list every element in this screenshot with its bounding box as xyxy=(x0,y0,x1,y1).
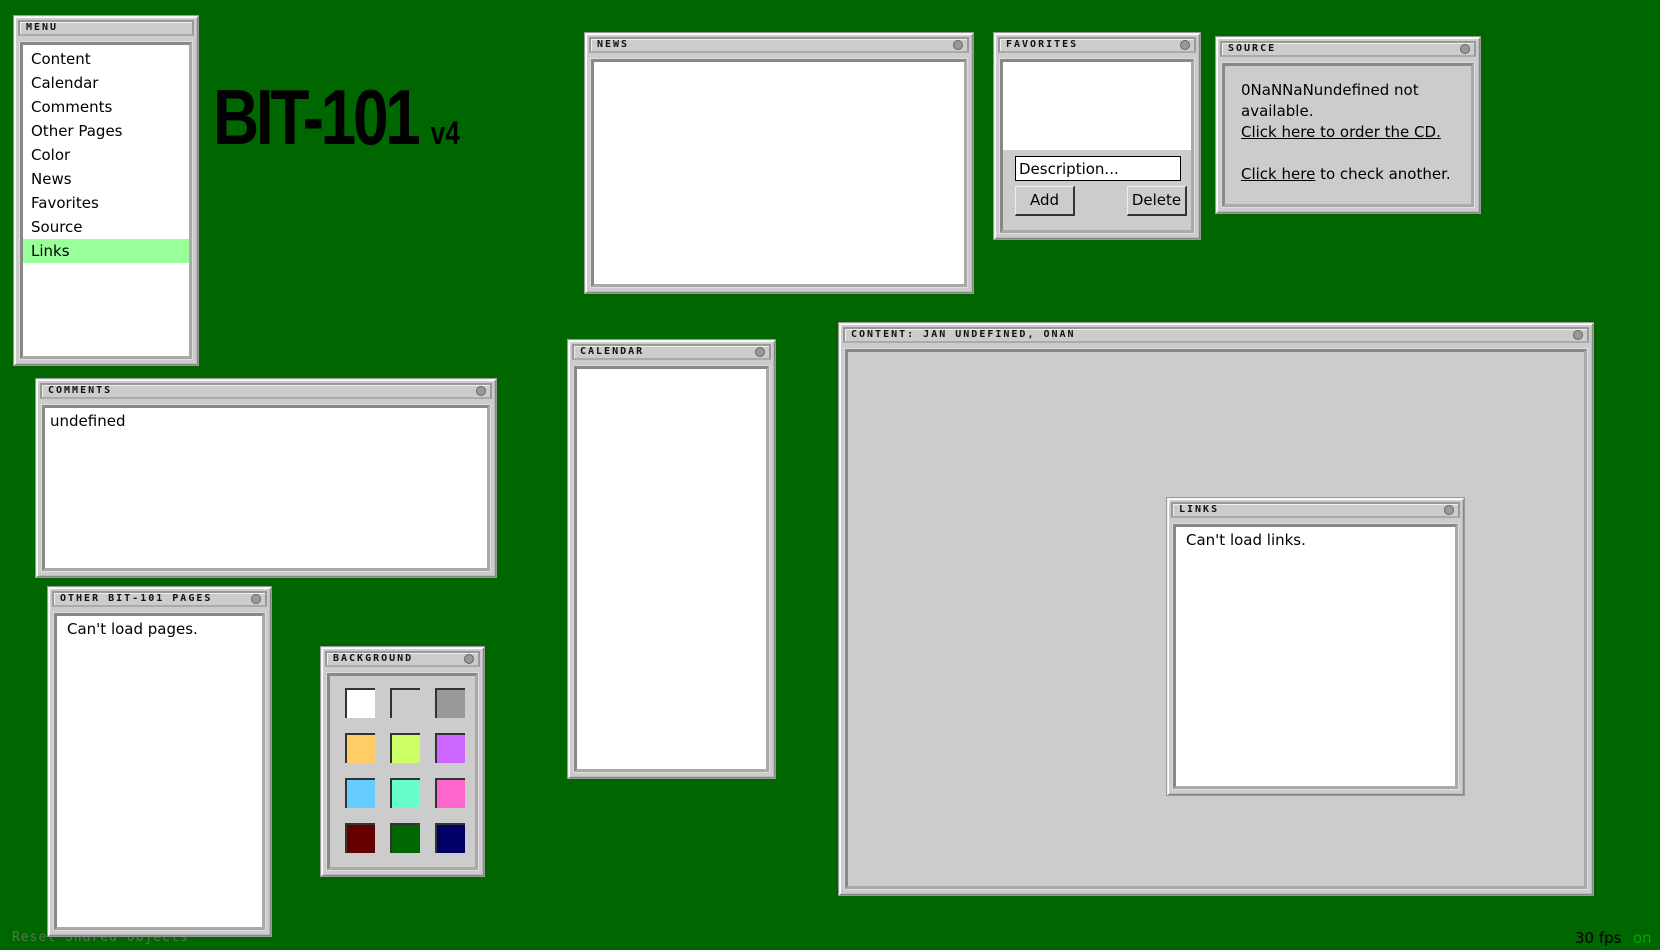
menu-titlebar[interactable]: MENU xyxy=(18,20,194,36)
close-icon[interactable] xyxy=(251,594,261,604)
background-title: BACKGROUND xyxy=(333,653,414,664)
color-swatch[interactable] xyxy=(435,823,465,853)
menu-item-calendar[interactable]: Calendar xyxy=(23,71,189,95)
menu-item-source[interactable]: Source xyxy=(23,215,189,239)
check-another-link[interactable]: Click here xyxy=(1241,165,1315,183)
source-titlebar[interactable]: SOURCE xyxy=(1220,41,1476,57)
close-icon[interactable] xyxy=(953,40,963,50)
menu-item-comments[interactable]: Comments xyxy=(23,95,189,119)
news-body xyxy=(590,58,968,288)
calendar-titlebar[interactable]: CALENDAR xyxy=(572,344,771,360)
description-input[interactable] xyxy=(1015,156,1181,181)
other-pages-text: Can't load pages. xyxy=(67,620,198,638)
source-body: 0NaNNaNundefined not available. Click he… xyxy=(1221,62,1475,208)
color-swatch[interactable] xyxy=(390,688,420,718)
favorites-window: FAVORITES Add Delete xyxy=(993,32,1201,240)
comments-text: undefined xyxy=(50,412,126,430)
favorites-body: Add Delete xyxy=(999,58,1195,234)
other-pages-title: OTHER BIT-101 PAGES xyxy=(60,593,213,604)
logo-version: v4 xyxy=(430,115,460,151)
source-title: SOURCE xyxy=(1228,43,1277,54)
links-text: Can't load links. xyxy=(1186,531,1306,549)
favorites-list[interactable] xyxy=(1003,62,1191,150)
close-icon[interactable] xyxy=(1180,40,1190,50)
site-logo: BIT-101 v4 xyxy=(213,72,460,163)
calendar-title: CALENDAR xyxy=(580,346,645,357)
close-icon[interactable] xyxy=(755,347,765,357)
background-titlebar[interactable]: BACKGROUND xyxy=(325,651,480,667)
menu-list: Content Calendar Comments Other Pages Color N… xyxy=(19,41,193,360)
menu-item-news[interactable]: News xyxy=(23,167,189,191)
calendar-body xyxy=(573,365,770,773)
color-swatch[interactable] xyxy=(390,733,420,763)
comments-title: COMMENTS xyxy=(48,385,113,396)
menu-window: MENU Content Calendar Comments Other Pages C… xyxy=(13,15,199,366)
news-window: NEWS xyxy=(584,32,974,294)
fps-toggle[interactable]: on xyxy=(1633,929,1652,947)
swatch-grid xyxy=(326,672,479,871)
color-swatch[interactable] xyxy=(345,688,375,718)
news-title: NEWS xyxy=(597,39,630,50)
delete-button[interactable]: Delete xyxy=(1127,186,1187,216)
color-swatch[interactable] xyxy=(435,688,465,718)
menu-item-links[interactable]: Links xyxy=(23,239,189,263)
color-swatch[interactable] xyxy=(435,733,465,763)
close-icon[interactable] xyxy=(1460,44,1470,54)
color-swatch[interactable] xyxy=(435,778,465,808)
color-swatch[interactable] xyxy=(345,823,375,853)
background-window: BACKGROUND xyxy=(320,646,485,877)
other-pages-window: OTHER BIT-101 PAGES Can't load pages. xyxy=(47,586,272,937)
other-pages-body: Can't load pages. xyxy=(53,612,266,931)
color-swatch[interactable] xyxy=(345,778,375,808)
news-titlebar[interactable]: NEWS xyxy=(589,37,969,53)
menu-item-color[interactable]: Color xyxy=(23,143,189,167)
comments-titlebar[interactable]: COMMENTS xyxy=(40,383,492,399)
menu-item-other-pages[interactable]: Other Pages xyxy=(23,119,189,143)
fps-counter: 30 fps xyxy=(1575,929,1622,947)
color-swatch[interactable] xyxy=(390,778,420,808)
color-swatch[interactable] xyxy=(345,733,375,763)
menu-item-content[interactable]: Content xyxy=(23,47,189,71)
links-body: Can't load links. xyxy=(1172,523,1459,790)
links-window: LINKS Can't load links. xyxy=(1166,497,1465,796)
source-status-text: 0NaNNaNundefined not available. xyxy=(1241,81,1419,120)
close-icon[interactable] xyxy=(1444,505,1454,515)
favorites-titlebar[interactable]: FAVORITES xyxy=(998,37,1196,53)
order-cd-link[interactable]: Click here to order the CD. xyxy=(1241,123,1441,141)
check-another-text: to check another. xyxy=(1315,165,1451,183)
close-icon[interactable] xyxy=(464,654,474,664)
comments-window: COMMENTS undefined xyxy=(35,378,497,578)
logo-title: BIT-101 xyxy=(213,73,421,161)
menu-title: MENU xyxy=(26,22,59,33)
color-swatch[interactable] xyxy=(390,823,420,853)
close-icon[interactable] xyxy=(1573,330,1583,340)
content-titlebar[interactable]: CONTENT: JAN UNDEFINED, ONAN xyxy=(843,327,1589,343)
links-titlebar[interactable]: LINKS xyxy=(1171,502,1460,518)
links-title: LINKS xyxy=(1179,504,1220,515)
add-button[interactable]: Add xyxy=(1015,186,1075,216)
source-window: SOURCE 0NaNNaNundefined not available. C… xyxy=(1215,36,1481,214)
content-title: CONTENT: JAN UNDEFINED, ONAN xyxy=(851,329,1076,340)
other-pages-titlebar[interactable]: OTHER BIT-101 PAGES xyxy=(52,591,267,607)
close-icon[interactable] xyxy=(476,386,486,396)
favorites-title: FAVORITES xyxy=(1006,39,1079,50)
calendar-window: CALENDAR xyxy=(567,339,776,779)
menu-item-favorites[interactable]: Favorites xyxy=(23,191,189,215)
comments-body: undefined xyxy=(41,404,491,572)
